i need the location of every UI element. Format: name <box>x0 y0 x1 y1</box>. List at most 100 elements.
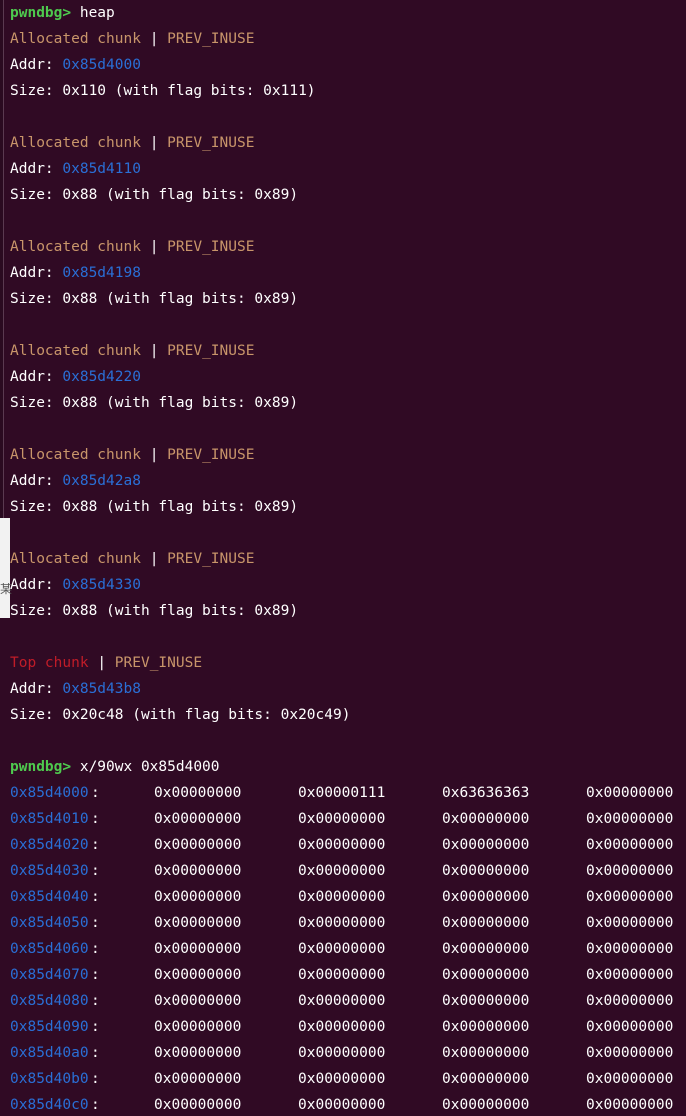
separator: | <box>149 135 159 151</box>
memory-word: 0x00000000 <box>298 837 386 853</box>
memory-word: 0x00000000 <box>298 967 386 983</box>
memory-word: 0x00000000 <box>586 837 674 853</box>
chunk-header: Allocated chunk | PREV_INUSE <box>10 442 254 468</box>
separator: | <box>149 343 159 359</box>
chunk-type: Allocated chunk <box>10 31 141 47</box>
memory-word: 0x00000000 <box>154 811 242 827</box>
memory-word: 0x00000000 <box>442 863 530 879</box>
memory-row: 0x85d4050: 0x00000000 0x00000000 0x00000000… <box>10 910 686 936</box>
memory-word: 0x00000000 <box>586 889 674 905</box>
memory-word: 0x00000000 <box>298 811 386 827</box>
terminal-window[interactable]: 某 pwndbg> heap Allocated chunk | PREV_IN… <box>0 0 686 1116</box>
memory-word: 0x00000000 <box>298 1045 386 1061</box>
memory-word: 0x00000000 <box>442 837 530 853</box>
memory-word: 0x00000000 <box>298 993 386 1009</box>
top-chunk-addr-line: Addr: 0x85d43b8 <box>10 676 141 702</box>
memory-word: 0x00000000 <box>298 941 386 957</box>
memory-colon: : <box>91 1097 100 1113</box>
separator: | <box>149 447 159 463</box>
addr-label: Addr: <box>10 577 54 593</box>
memory-word: 0x00000000 <box>442 1071 530 1087</box>
chunk-type: Allocated chunk <box>10 447 141 463</box>
memory-address: 0x85d4010 <box>10 811 89 827</box>
command-text: x/90wx 0x85d4000 <box>79 759 220 775</box>
memory-word: 0x00000000 <box>442 811 530 827</box>
top-chunk-header: Top chunk | PREV_INUSE <box>10 650 202 676</box>
chunk-header: Allocated chunk | PREV_INUSE <box>10 26 254 52</box>
memory-word: 0x00000000 <box>442 967 530 983</box>
chunk-flag: PREV_INUSE <box>167 551 255 567</box>
memory-address: 0x85d4050 <box>10 915 89 931</box>
memory-word: 0x00000000 <box>586 941 674 957</box>
chunk-addr-line: Addr: 0x85d4110 <box>10 156 141 182</box>
memory-row: 0x85d4080: 0x00000000 0x00000000 0x00000000… <box>10 988 686 1014</box>
memory-word: 0x00000000 <box>586 1019 674 1035</box>
chunk-addr-line: Addr: 0x85d4198 <box>10 260 141 286</box>
memory-colon: : <box>91 967 100 983</box>
chunk-addr-line: Addr: 0x85d4000 <box>10 52 141 78</box>
chunk-flag: PREV_INUSE <box>167 135 255 151</box>
separator: | <box>149 551 159 567</box>
addr-label: Addr: <box>10 473 54 489</box>
chunk-header: Allocated chunk | PREV_INUSE <box>10 546 254 572</box>
addr-label: Addr: <box>10 57 54 73</box>
prompt: pwndbg> <box>10 759 72 775</box>
memory-row: 0x85d4000: 0x00000000 0x00000111 0x63636363… <box>10 780 686 806</box>
chunk-flag: PREV_INUSE <box>167 447 255 463</box>
memory-word: 0x00000000 <box>298 1097 386 1113</box>
chunk-flag: PREV_INUSE <box>167 239 255 255</box>
memory-word: 0x00000000 <box>442 993 530 1009</box>
memory-row: 0x85d4030: 0x00000000 0x00000000 0x00000000… <box>10 858 686 884</box>
addr-label: Addr: <box>10 681 54 697</box>
top-chunk-address: 0x85d43b8 <box>62 681 141 697</box>
background-window-strip: 某 <box>0 518 12 618</box>
memory-word: 0x00000000 <box>154 1045 242 1061</box>
memory-word: 0x00000000 <box>586 1071 674 1087</box>
chunk-address: 0x85d4000 <box>62 57 141 73</box>
memory-word: 0x00000000 <box>154 993 242 1009</box>
memory-word: 0x00000000 <box>154 1071 242 1087</box>
window-left-border <box>0 0 4 518</box>
chunk-type: Allocated chunk <box>10 551 141 567</box>
top-chunk-size-line: Size: 0x20c48 (with flag bits: 0x20c49) <box>10 707 351 723</box>
separator: | <box>97 655 107 671</box>
memory-word: 0x00000000 <box>586 993 674 1009</box>
memory-word: 0x63636363 <box>442 785 530 801</box>
memory-colon: : <box>91 915 100 931</box>
chunk-size-line: Size: 0x88 (with flag bits: 0x89) <box>10 499 299 515</box>
memory-colon: : <box>91 837 100 853</box>
chunk-size-line: Size: 0x88 (with flag bits: 0x89) <box>10 395 299 411</box>
memory-word: 0x00000000 <box>586 811 674 827</box>
memory-address: 0x85d4090 <box>10 1019 89 1035</box>
memory-word: 0x00000000 <box>154 967 242 983</box>
memory-word: 0x00000000 <box>154 889 242 905</box>
chunk-type: Allocated chunk <box>10 343 141 359</box>
memory-row: 0x85d40a0: 0x00000000 0x00000000 0x00000000… <box>10 1040 686 1066</box>
memory-address: 0x85d4070 <box>10 967 89 983</box>
memory-row: 0x85d40c0: 0x00000000 0x00000000 0x00000000… <box>10 1092 686 1116</box>
memory-word: 0x00000000 <box>442 1045 530 1061</box>
addr-label: Addr: <box>10 161 54 177</box>
memory-word: 0x00000000 <box>586 863 674 879</box>
memory-word: 0x00000000 <box>298 915 386 931</box>
memory-word: 0x00000000 <box>442 889 530 905</box>
memory-word: 0x00000000 <box>586 967 674 983</box>
memory-address: 0x85d4040 <box>10 889 89 905</box>
memory-row: 0x85d4010: 0x00000000 0x00000000 0x00000000… <box>10 806 686 832</box>
chunk-header: Allocated chunk | PREV_INUSE <box>10 130 254 156</box>
chunk-address: 0x85d4330 <box>62 577 141 593</box>
memory-address: 0x85d40b0 <box>10 1071 89 1087</box>
memory-colon: : <box>91 863 100 879</box>
chunk-header: Allocated chunk | PREV_INUSE <box>10 338 254 364</box>
memory-word: 0x00000000 <box>442 915 530 931</box>
addr-label: Addr: <box>10 265 54 281</box>
prompt: pwndbg> <box>10 5 72 21</box>
memory-word: 0x00000000 <box>442 1019 530 1035</box>
chunk-size-line: Size: 0x88 (with flag bits: 0x89) <box>10 291 299 307</box>
memory-word: 0x00000000 <box>298 863 386 879</box>
memory-address: 0x85d4020 <box>10 837 89 853</box>
memory-word: 0x00000000 <box>298 1071 386 1087</box>
top-chunk-type: Top chunk <box>10 655 89 671</box>
memory-word: 0x00000000 <box>154 941 242 957</box>
memory-word: 0x00000000 <box>586 915 674 931</box>
